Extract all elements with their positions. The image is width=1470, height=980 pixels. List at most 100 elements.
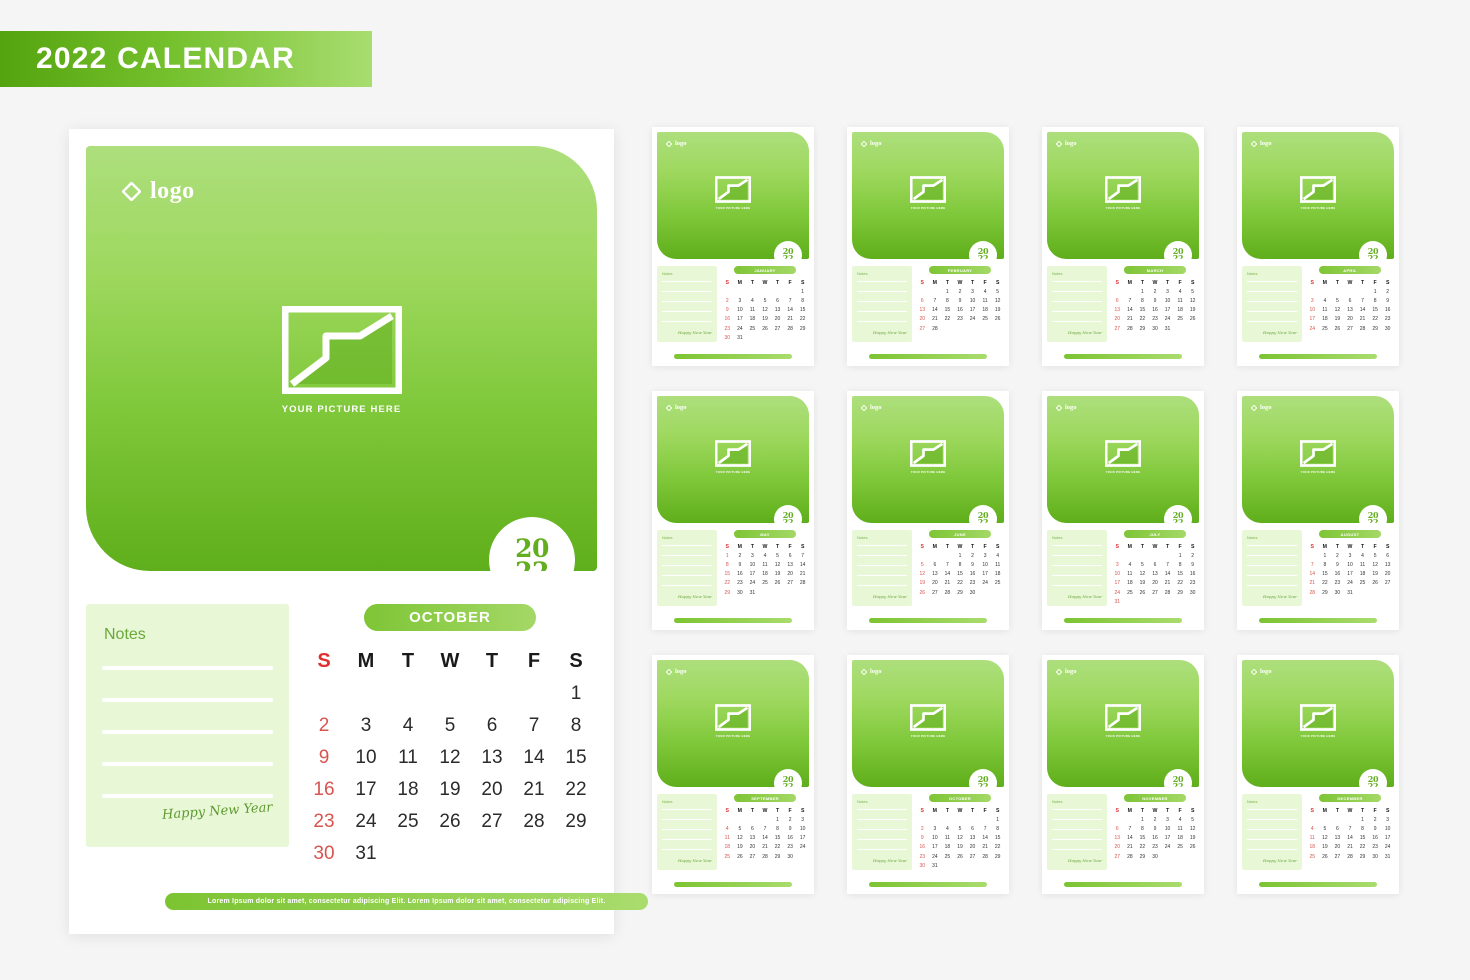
day-cell[interactable]: 8 — [1136, 824, 1149, 833]
day-cell[interactable]: 10 — [1344, 560, 1357, 569]
day-cell[interactable]: 7 — [1356, 296, 1369, 305]
day-cell[interactable]: 31 — [1111, 597, 1124, 606]
day-cell[interactable]: 7 — [1344, 824, 1357, 833]
day-cell[interactable]: 7 — [941, 560, 954, 569]
day-cell[interactable]: 21 — [784, 315, 797, 324]
day-cell[interactable]: 27 — [1111, 324, 1124, 333]
day-cell[interactable]: 3 — [1381, 815, 1394, 824]
day-cell[interactable]: 13 — [1331, 834, 1344, 843]
day-cell[interactable]: 6 — [1111, 296, 1124, 305]
day-cell[interactable]: 24 — [796, 843, 809, 852]
day-cell[interactable]: 25 — [1319, 324, 1332, 333]
day-cell[interactable]: 10 — [966, 296, 979, 305]
day-cell[interactable]: 16 — [1381, 306, 1394, 315]
day-cell[interactable]: 21 — [759, 843, 772, 852]
day-cell[interactable]: 15 — [1356, 834, 1369, 843]
day-cell[interactable]: 12 — [1319, 834, 1332, 843]
day-cell[interactable]: 7 — [513, 710, 555, 742]
day-cell[interactable]: 4 — [746, 296, 759, 305]
day-cell[interactable]: 31 — [1344, 588, 1357, 597]
day-cell[interactable]: 17 — [345, 774, 387, 806]
day-cell[interactable]: 23 — [966, 579, 979, 588]
day-cell[interactable]: 2 — [916, 824, 929, 833]
day-cell[interactable]: 31 — [345, 838, 387, 870]
day-cell[interactable]: 2 — [1149, 815, 1162, 824]
day-cell[interactable]: 2 — [721, 296, 734, 305]
day-cell[interactable]: 15 — [555, 742, 597, 774]
day-cell[interactable]: 8 — [1356, 824, 1369, 833]
day-cell[interactable]: 7 — [784, 296, 797, 305]
day-cell[interactable]: 10 — [345, 742, 387, 774]
day-cell[interactable]: 12 — [771, 560, 784, 569]
day-cell[interactable]: 12 — [916, 570, 929, 579]
day-cell[interactable]: 16 — [1331, 570, 1344, 579]
day-cell[interactable]: 3 — [1161, 815, 1174, 824]
day-cell[interactable]: 3 — [1306, 296, 1319, 305]
day-cell[interactable]: 30 — [784, 852, 797, 861]
day-cell[interactable]: 9 — [1149, 824, 1162, 833]
day-cell[interactable]: 30 — [1381, 324, 1394, 333]
day-cell[interactable]: 30 — [1331, 588, 1344, 597]
day-cell[interactable]: 27 — [1344, 324, 1357, 333]
day-cell[interactable]: 2 — [303, 710, 345, 742]
day-cell[interactable]: 29 — [771, 852, 784, 861]
day-cell[interactable]: 9 — [954, 296, 967, 305]
day-cell[interactable]: 19 — [1136, 579, 1149, 588]
day-cell[interactable]: 14 — [1124, 834, 1137, 843]
day-cell[interactable]: 1 — [721, 551, 734, 560]
day-cell[interactable]: 19 — [991, 306, 1004, 315]
day-cell[interactable]: 18 — [979, 306, 992, 315]
day-cell[interactable]: 6 — [1344, 296, 1357, 305]
day-cell[interactable]: 5 — [916, 560, 929, 569]
day-cell[interactable]: 19 — [734, 843, 747, 852]
day-cell[interactable]: 25 — [721, 852, 734, 861]
day-cell[interactable]: 2 — [1186, 551, 1199, 560]
day-cell[interactable]: 27 — [966, 852, 979, 861]
day-cell[interactable]: 22 — [771, 843, 784, 852]
day-cell[interactable]: 27 — [471, 806, 513, 838]
day-cell[interactable]: 3 — [734, 296, 747, 305]
day-cell[interactable]: 2 — [1381, 287, 1394, 296]
day-cell[interactable]: 1 — [1369, 287, 1382, 296]
day-cell[interactable]: 7 — [759, 824, 772, 833]
day-cell[interactable]: 14 — [784, 306, 797, 315]
day-cell[interactable]: 23 — [954, 315, 967, 324]
day-cell[interactable]: 15 — [721, 570, 734, 579]
thumb-notes-box[interactable]: Notes Happy New Year — [1242, 530, 1302, 606]
day-cell[interactable]: 2 — [1331, 551, 1344, 560]
day-cell[interactable]: 30 — [916, 861, 929, 870]
day-cell[interactable]: 7 — [1306, 560, 1319, 569]
day-cell[interactable]: 30 — [1369, 852, 1382, 861]
day-cell[interactable]: 25 — [1124, 588, 1137, 597]
day-cell[interactable]: 25 — [991, 579, 1004, 588]
day-cell[interactable]: 5 — [759, 296, 772, 305]
day-cell[interactable]: 29 — [721, 588, 734, 597]
day-cell[interactable]: 15 — [1369, 306, 1382, 315]
day-cell[interactable]: 12 — [734, 834, 747, 843]
day-cell[interactable]: 6 — [966, 824, 979, 833]
day-cell[interactable]: 11 — [941, 834, 954, 843]
day-cell[interactable]: 30 — [1186, 588, 1199, 597]
day-cell[interactable]: 10 — [979, 560, 992, 569]
day-cell[interactable]: 9 — [1331, 560, 1344, 569]
day-cell[interactable]: 19 — [1319, 843, 1332, 852]
day-cell[interactable]: 28 — [1124, 852, 1137, 861]
day-cell[interactable]: 21 — [1356, 315, 1369, 324]
day-cell[interactable]: 10 — [796, 824, 809, 833]
day-cell[interactable]: 11 — [1174, 296, 1187, 305]
day-cell[interactable]: 7 — [929, 296, 942, 305]
day-cell[interactable]: 9 — [1369, 824, 1382, 833]
day-cell[interactable]: 4 — [721, 824, 734, 833]
day-cell[interactable]: 14 — [1344, 834, 1357, 843]
day-cell[interactable]: 17 — [734, 315, 747, 324]
day-cell[interactable]: 23 — [1369, 843, 1382, 852]
day-cell[interactable]: 27 — [784, 579, 797, 588]
day-cell[interactable]: 8 — [941, 296, 954, 305]
thumb-notes-box[interactable]: Notes Happy New Year — [1047, 530, 1107, 606]
day-cell[interactable]: 17 — [796, 834, 809, 843]
day-cell[interactable]: 9 — [784, 824, 797, 833]
day-cell[interactable]: 9 — [734, 560, 747, 569]
day-cell[interactable]: 19 — [1369, 570, 1382, 579]
day-cell[interactable]: 9 — [966, 560, 979, 569]
day-cell[interactable]: 15 — [1319, 570, 1332, 579]
